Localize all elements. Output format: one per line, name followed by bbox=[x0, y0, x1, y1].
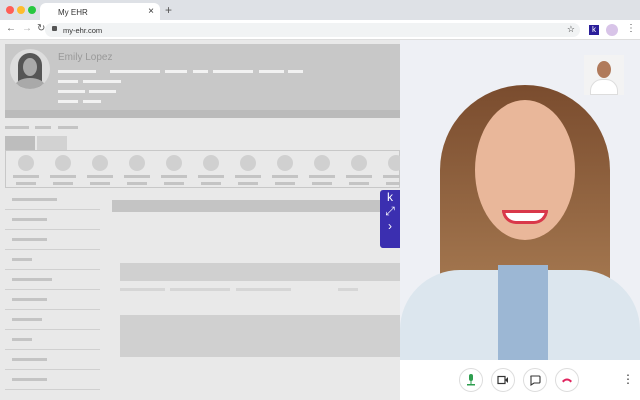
list-item[interactable] bbox=[5, 310, 100, 330]
summary-item bbox=[203, 155, 219, 171]
chat-button[interactable] bbox=[523, 368, 547, 392]
expand-icon[interactable]: ⤢ bbox=[380, 204, 400, 219]
more-options-icon[interactable]: ⋮ bbox=[622, 372, 634, 386]
lock-icon bbox=[52, 26, 57, 31]
summary-item bbox=[92, 155, 108, 171]
summary-item bbox=[166, 155, 182, 171]
mic-icon bbox=[467, 374, 475, 386]
close-tab-icon[interactable]: × bbox=[148, 6, 154, 17]
self-view-video bbox=[584, 55, 624, 95]
summary-item bbox=[55, 155, 71, 171]
mic-button[interactable] bbox=[459, 368, 483, 392]
patient-header: Emily Lopez bbox=[5, 44, 400, 118]
chat-icon bbox=[530, 374, 541, 386]
summary-item bbox=[129, 155, 145, 171]
phone-hangup-icon bbox=[562, 378, 572, 383]
summary-item bbox=[18, 155, 34, 171]
list-item[interactable] bbox=[5, 350, 100, 370]
profile-avatar[interactable] bbox=[606, 24, 618, 36]
back-icon[interactable]: ← bbox=[6, 23, 16, 34]
patient-name: Emily Lopez bbox=[58, 52, 113, 63]
close-window-button[interactable] bbox=[6, 6, 14, 14]
list-item[interactable] bbox=[5, 250, 100, 270]
summary-item bbox=[314, 155, 330, 171]
hang-up-button[interactable] bbox=[555, 368, 579, 392]
collapse-icon[interactable]: › bbox=[380, 219, 400, 233]
tab-1[interactable] bbox=[5, 136, 35, 150]
url-text: my-ehr.com bbox=[63, 26, 103, 35]
summary-item bbox=[240, 155, 256, 171]
list-item[interactable] bbox=[5, 190, 100, 210]
extension-icon[interactable]: k bbox=[589, 25, 599, 35]
list-item[interactable] bbox=[5, 210, 100, 230]
remote-video bbox=[400, 40, 640, 360]
summary-item bbox=[351, 155, 367, 171]
patient-avatar bbox=[10, 49, 50, 89]
call-controls bbox=[400, 360, 640, 400]
tab-2[interactable] bbox=[37, 136, 67, 150]
minimize-window-button[interactable] bbox=[17, 6, 25, 14]
ehr-widget-tab: k ⤢ › bbox=[380, 190, 400, 248]
forward-icon[interactable]: → bbox=[22, 23, 32, 34]
list-item[interactable] bbox=[5, 330, 100, 350]
browser-menu-icon[interactable]: ⋮ bbox=[626, 23, 636, 34]
url-input[interactable]: my-ehr.com ☆ bbox=[45, 23, 580, 37]
list-item[interactable] bbox=[5, 230, 100, 250]
video-camera-icon bbox=[497, 375, 508, 385]
browser-tab[interactable]: My EHR × bbox=[40, 3, 160, 20]
camera-button[interactable] bbox=[491, 368, 515, 392]
star-icon[interactable]: ☆ bbox=[567, 24, 575, 35]
tab-bar: My EHR × + bbox=[0, 0, 640, 20]
list-item[interactable] bbox=[5, 270, 100, 290]
list-item[interactable] bbox=[5, 370, 100, 390]
summary-item bbox=[277, 155, 293, 171]
list-item[interactable] bbox=[5, 290, 100, 310]
tab-title: My EHR bbox=[58, 8, 88, 17]
new-tab-button[interactable]: + bbox=[165, 3, 172, 17]
widget-logo: k bbox=[387, 190, 393, 204]
maximize-window-button[interactable] bbox=[28, 6, 36, 14]
